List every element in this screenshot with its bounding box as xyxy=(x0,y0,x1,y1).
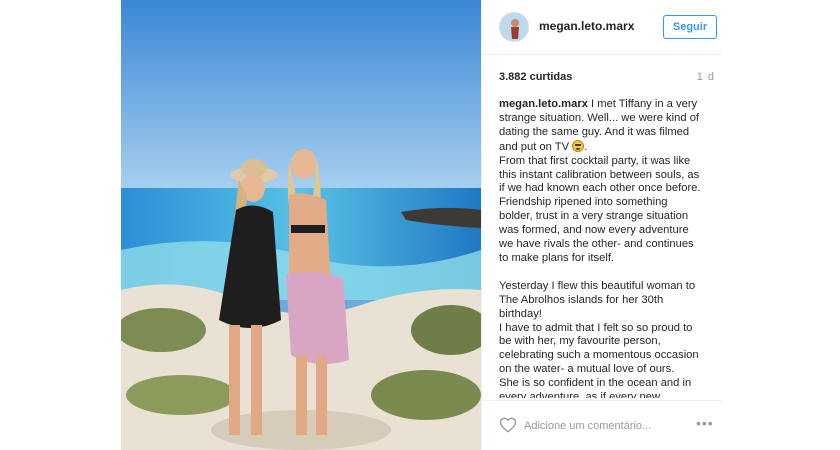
follow-button[interactable]: Seguir xyxy=(663,15,717,39)
avatar[interactable] xyxy=(499,12,529,42)
beach-photo-image xyxy=(121,0,481,450)
caption-container[interactable]: megan.leto.marx I met Tiffany in a very … xyxy=(499,98,704,398)
instagram-post: megan.leto.marx Seguir 3.882 curtidas 1 … xyxy=(121,0,722,450)
heart-icon[interactable] xyxy=(499,416,517,434)
post-caption: megan.leto.marx I met Tiffany in a very … xyxy=(499,98,704,398)
post-header: megan.leto.marx Seguir xyxy=(482,0,722,55)
post-age[interactable]: 1 d xyxy=(697,71,715,83)
post-details-panel: megan.leto.marx Seguir 3.882 curtidas 1 … xyxy=(481,0,722,450)
post-photo[interactable] xyxy=(121,0,481,450)
caption-text-part-2: . From that first cocktail party, it was… xyxy=(499,140,701,398)
post-footer: ••• xyxy=(482,400,722,450)
likes-row: 3.882 curtidas 1 d xyxy=(499,71,719,83)
grimacing-face-emoji-icon xyxy=(572,139,585,152)
avatar-image xyxy=(500,13,528,41)
likes-count[interactable]: 3.882 curtidas xyxy=(499,71,572,83)
post-author-username[interactable]: megan.leto.marx xyxy=(539,19,634,33)
caption-username[interactable]: megan.leto.marx xyxy=(499,98,588,110)
more-options-icon[interactable]: ••• xyxy=(696,415,714,431)
comment-input[interactable] xyxy=(524,417,684,435)
